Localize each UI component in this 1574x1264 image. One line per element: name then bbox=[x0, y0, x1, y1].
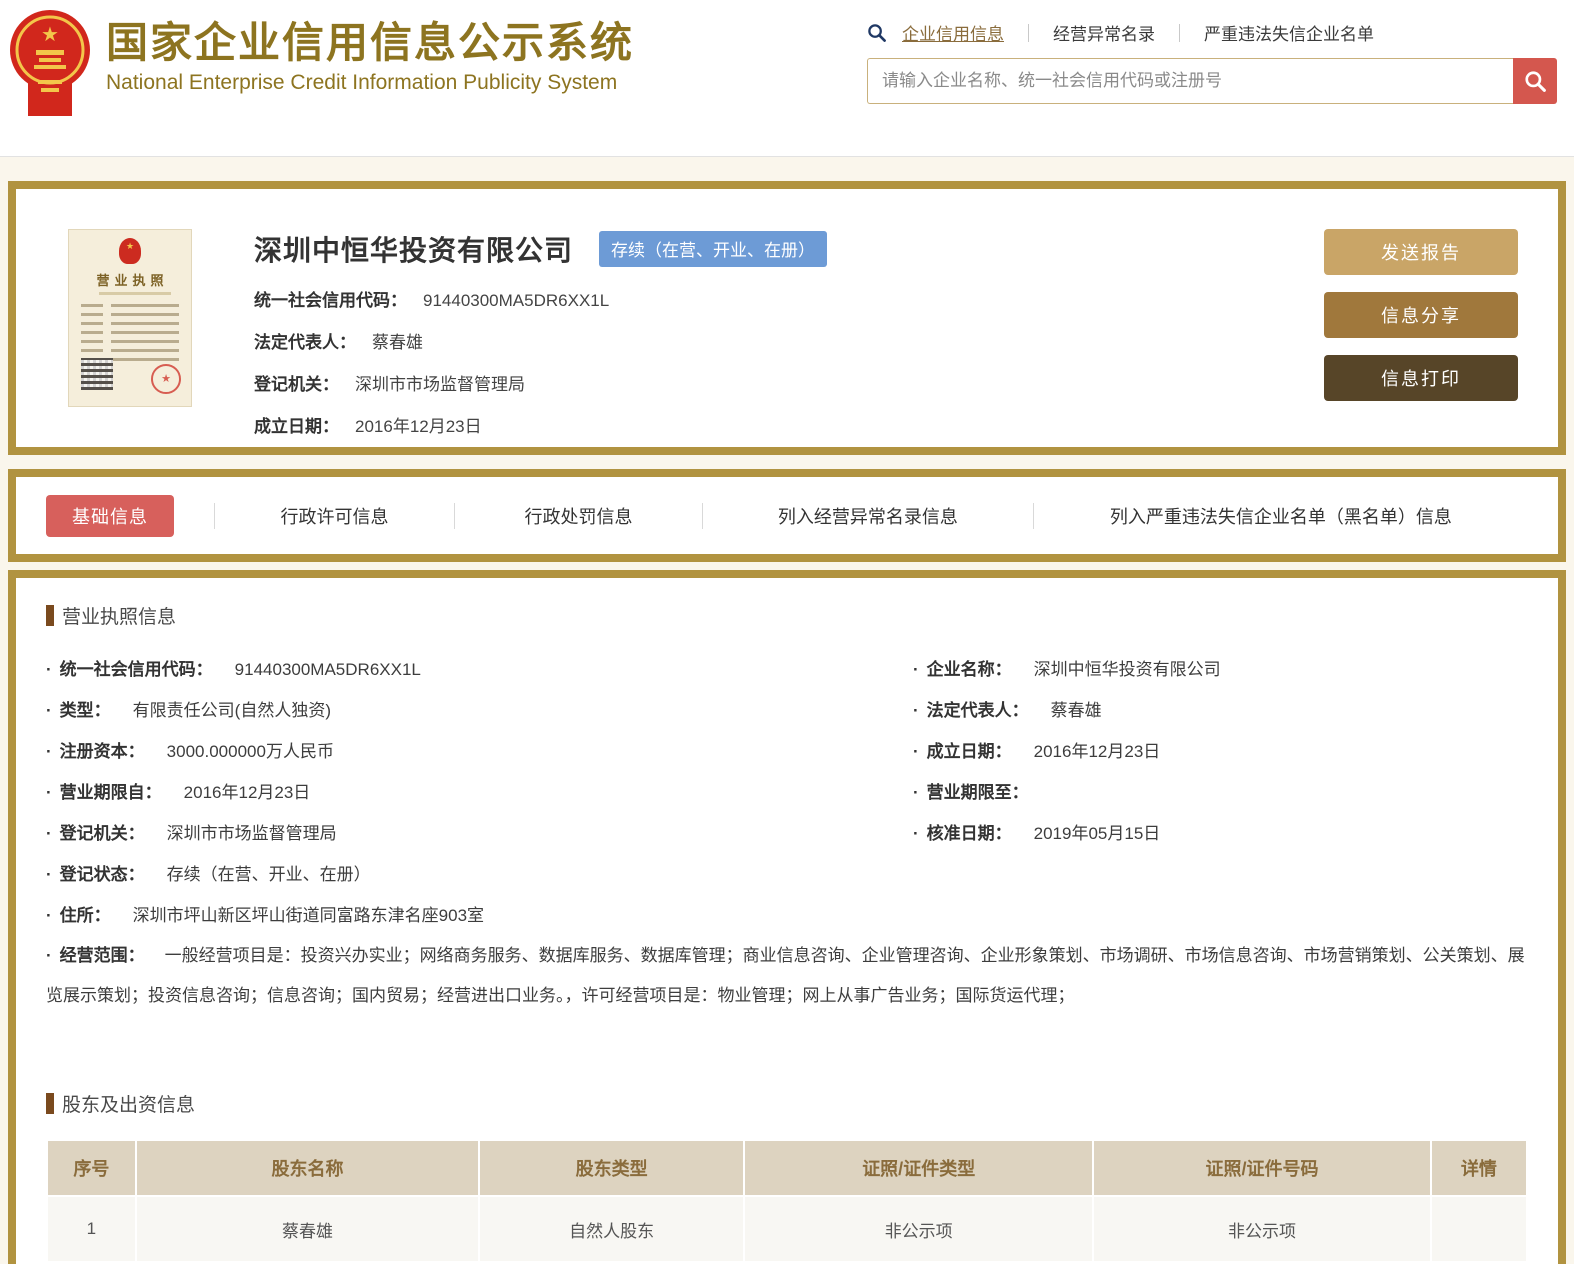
title-block: 国家企业信用信息公示系统 National Enterprise Credit … bbox=[106, 8, 634, 95]
field-address: 住所：深圳市坪山新区坪山街道同富路东津名座903室 bbox=[46, 895, 913, 936]
company-action-buttons: 发送报告 信息分享 信息打印 bbox=[1324, 229, 1518, 447]
company-info: 深圳中恒华投资有限公司 存续（在营、开业、在册） 统一社会信用代码： 914403… bbox=[254, 229, 1304, 447]
col-header-shareholder-name: 股东名称 bbox=[134, 1139, 481, 1197]
license-emblem-icon bbox=[119, 238, 141, 264]
cell-shareholder-name: 蔡春雄 bbox=[134, 1195, 481, 1263]
national-emblem-logo: ★ bbox=[10, 10, 90, 116]
empty-cell bbox=[913, 854, 1528, 895]
nav-divider bbox=[1179, 23, 1180, 42]
tab-bar: 基础信息 行政许可信息 行政处罚信息 列入经营异常名录信息 列入严重违法失信企业… bbox=[8, 469, 1566, 562]
svg-text:★: ★ bbox=[41, 24, 59, 46]
field-business-scope: 经营范围：一般经营项目是：投资兴办实业；网络商务服务、数据库服务、数据库管理；商… bbox=[46, 936, 1528, 1016]
field-uscc: 统一社会信用代码：91440300MA5DR6XX1L bbox=[46, 649, 913, 690]
section-title-bar bbox=[46, 605, 54, 626]
field-registration-status: 登记状态：存续（在营、开业、在册） bbox=[46, 854, 913, 895]
field-term-from: 营业期限自：2016年12月23日 bbox=[46, 772, 913, 813]
tab-blacklist[interactable]: 列入严重违法失信企业名单（黑名单）信息 bbox=[1034, 503, 1528, 529]
search-icon bbox=[867, 23, 886, 42]
license-red-seal bbox=[151, 364, 181, 394]
section-title-bar bbox=[46, 1093, 54, 1114]
business-license-thumbnail: 营业执照 bbox=[68, 229, 192, 407]
nav-divider bbox=[1028, 23, 1029, 42]
company-name: 深圳中恒华投资有限公司 bbox=[254, 235, 574, 266]
page-body: 营业执照 深圳中恒华投资有限公司 存续（在营、开业、在册） 统一社会信用代码：9… bbox=[0, 157, 1574, 1264]
card-field-establish-date: 成立日期： 2016年12月23日 bbox=[254, 412, 1304, 437]
card-field-establish-date-label: 成立日期： bbox=[254, 417, 339, 436]
field-registered-capital: 注册资本：3000.000000万人民币 bbox=[46, 731, 913, 772]
field-legal-representative: 法定代表人：蔡春雄 bbox=[913, 690, 1528, 731]
logo-block: ★ 国家企业信用信息公示系统 National Enterprise Credi… bbox=[8, 8, 634, 120]
search-input[interactable] bbox=[867, 58, 1513, 104]
license-thumb-subtitle-line bbox=[99, 292, 171, 295]
card-field-legal-rep-value: 蔡春雄 bbox=[372, 333, 423, 352]
top-nav: 企业信用信息 经营异常名录 严重违法失信企业名单 bbox=[867, 20, 1557, 45]
field-approval-date: 核准日期：2019年05月15日 bbox=[913, 813, 1528, 854]
company-summary-card: 营业执照 深圳中恒华投资有限公司 存续（在营、开业、在册） 统一社会信用代码： 9… bbox=[8, 181, 1566, 455]
status-badge: 存续（在营、开业、在册） bbox=[599, 231, 828, 267]
section-title-business-license: 营业执照信息 bbox=[46, 602, 1528, 629]
print-info-button[interactable]: 信息打印 bbox=[1324, 355, 1518, 401]
tab-basic-info[interactable]: 基础信息 bbox=[46, 494, 174, 537]
section-title-shareholders: 股东及出资信息 bbox=[46, 1090, 1528, 1117]
shareholder-table: 序号 股东名称 股东类型 证照/证件类型 证照/证件号码 详情 1 蔡春雄 自然… bbox=[46, 1139, 1529, 1263]
shareholder-section: 股东及出资信息 序号 股东名称 股东类型 证照/证件类型 证照/证件号码 详情 bbox=[46, 1090, 1529, 1263]
field-term-to: 营业期限至： bbox=[913, 772, 1528, 813]
table-header-row: 序号 股东名称 股东类型 证照/证件类型 证照/证件号码 详情 bbox=[46, 1139, 1529, 1197]
tab-administrative-license[interactable]: 行政许可信息 bbox=[215, 503, 454, 529]
nav-link-enterprise-credit-info[interactable]: 企业信用信息 bbox=[898, 20, 1008, 45]
field-company-name: 企业名称：深圳中恒华投资有限公司 bbox=[913, 649, 1528, 690]
search-button-icon bbox=[1525, 71, 1546, 92]
card-field-uscc-label: 统一社会信用代码： bbox=[254, 291, 407, 310]
section-title-business-license-text: 营业执照信息 bbox=[62, 607, 177, 628]
header-right: 企业信用信息 经营异常名录 严重违法失信企业名单 bbox=[867, 20, 1557, 104]
nav-link-serious-violation-list[interactable]: 严重违法失信企业名单 bbox=[1200, 20, 1378, 45]
search-button[interactable] bbox=[1513, 58, 1557, 104]
section-title-shareholders-text: 股东及出资信息 bbox=[62, 1095, 196, 1116]
cell-shareholder-type: 自然人股东 bbox=[478, 1195, 746, 1263]
col-header-shareholder-type: 股东类型 bbox=[478, 1139, 746, 1197]
card-field-legal-rep: 法定代表人： 蔡春雄 bbox=[254, 328, 1304, 353]
site-header: ★ 国家企业信用信息公示系统 National Enterprise Credi… bbox=[0, 0, 1574, 157]
col-header-certificate-type: 证照/证件类型 bbox=[743, 1139, 1095, 1197]
nav-link-abnormal-operations-list[interactable]: 经营异常名录 bbox=[1049, 20, 1159, 45]
cell-certificate-number: 非公示项 bbox=[1092, 1195, 1432, 1263]
card-field-registration-authority-value: 深圳市市场监督管理局 bbox=[355, 375, 525, 394]
cell-certificate-type: 非公示项 bbox=[743, 1195, 1095, 1263]
field-registration-authority: 登记机关：深圳市市场监督管理局 bbox=[46, 813, 913, 854]
license-qr-code bbox=[81, 358, 113, 390]
share-info-button[interactable]: 信息分享 bbox=[1324, 292, 1518, 338]
field-company-type: 类型：有限责任公司(自然人独资) bbox=[46, 690, 913, 731]
card-field-registration-authority-label: 登记机关： bbox=[254, 375, 339, 394]
cell-detail bbox=[1429, 1195, 1529, 1263]
card-field-legal-rep-label: 法定代表人： bbox=[254, 333, 356, 352]
send-report-button[interactable]: 发送报告 bbox=[1324, 229, 1518, 275]
card-field-uscc-value: 91440300MA5DR6XX1L bbox=[423, 291, 610, 310]
col-header-index: 序号 bbox=[46, 1139, 137, 1197]
tab-administrative-penalty[interactable]: 行政处罚信息 bbox=[455, 503, 702, 529]
col-header-detail: 详情 bbox=[1429, 1139, 1529, 1197]
site-title: 国家企业信用信息公示系统 bbox=[106, 19, 635, 66]
search-bar bbox=[867, 58, 1557, 104]
cell-index: 1 bbox=[46, 1195, 137, 1263]
card-field-establish-date-value: 2016年12月23日 bbox=[355, 417, 482, 436]
card-field-uscc: 统一社会信用代码： 91440300MA5DR6XX1L bbox=[254, 286, 1304, 311]
tab-abnormal-operations[interactable]: 列入经营异常名录信息 bbox=[703, 503, 1033, 529]
license-fields-grid: 统一社会信用代码：91440300MA5DR6XX1L 企业名称：深圳中恒华投资… bbox=[46, 649, 1528, 1016]
site-subtitle: National Enterprise Credit Information P… bbox=[106, 71, 618, 95]
basic-info-panel: 营业执照信息 统一社会信用代码：91440300MA5DR6XX1L 企业名称：… bbox=[8, 570, 1566, 1264]
card-field-registration-authority: 登记机关： 深圳市市场监督管理局 bbox=[254, 370, 1304, 395]
empty-cell bbox=[913, 895, 1528, 936]
col-header-certificate-number: 证照/证件号码 bbox=[1092, 1139, 1432, 1197]
field-establish-date: 成立日期：2016年12月23日 bbox=[913, 731, 1528, 772]
table-row: 1 蔡春雄 自然人股东 非公示项 非公示项 bbox=[46, 1195, 1529, 1263]
license-thumb-title: 营业执照 bbox=[96, 273, 169, 288]
